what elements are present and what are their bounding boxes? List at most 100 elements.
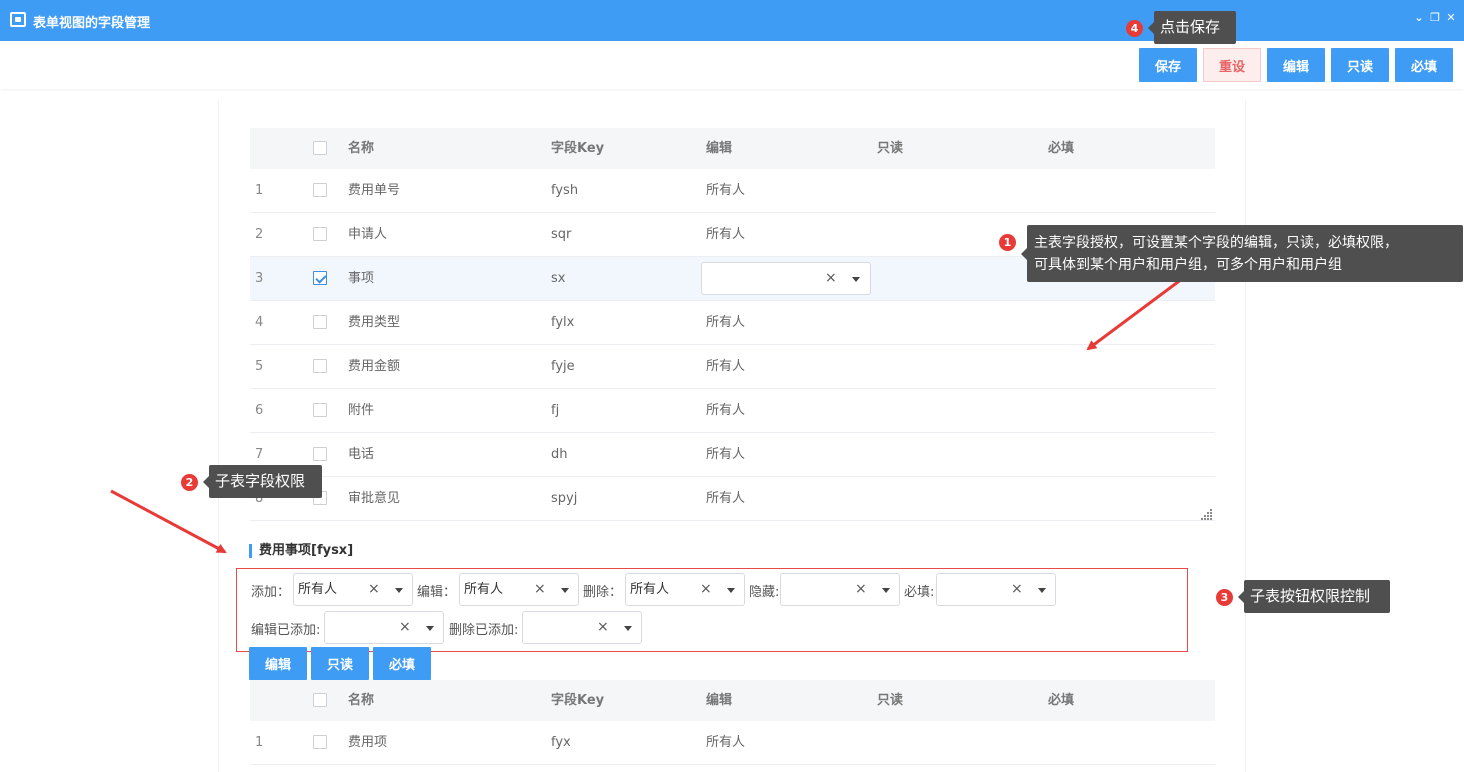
edit-permission-label: 编辑： xyxy=(417,585,457,600)
edit-permission-select[interactable]: × xyxy=(701,262,871,295)
row-number: 3 xyxy=(255,271,264,286)
clear-icon[interactable]: × xyxy=(399,612,411,643)
chevron-down-icon[interactable] xyxy=(426,626,434,631)
collapse-icon[interactable]: ⌄ xyxy=(1414,11,1424,25)
chevron-down-icon[interactable] xyxy=(395,588,403,593)
field-name: 费用单号 xyxy=(348,183,401,198)
required-permission-select[interactable]: × xyxy=(936,573,1056,606)
hide-permission-label: 隐藏: xyxy=(749,585,780,600)
field-edit-permission[interactable]: 所有人 xyxy=(706,477,745,521)
chevron-down-icon[interactable] xyxy=(624,626,632,631)
field-key: fj xyxy=(551,403,560,418)
field-edit-permission[interactable]: 所有人 xyxy=(706,169,745,213)
clear-icon[interactable]: × xyxy=(368,574,380,605)
edit-permission-select[interactable]: 所有人 × xyxy=(459,573,579,606)
header-readonly: 只读 xyxy=(877,693,904,708)
required-button[interactable]: 必填 xyxy=(1395,48,1453,82)
table-row[interactable]: 1 费用项 fyx 所有人 xyxy=(250,721,1215,765)
field-name: 附件 xyxy=(348,403,375,418)
tip1-line2: 可具体到某个用户和用户组，可多个用户和用户组 xyxy=(1034,257,1342,273)
field-edit-permission[interactable]: 所有人 xyxy=(706,213,745,257)
tip-main-field-permission: 主表字段授权，可设置某个字段的编辑，只读，必填权限， 可具体到某个用户和用户组，… xyxy=(1021,225,1463,282)
row-number: 1 xyxy=(255,183,264,198)
field-name: 费用金额 xyxy=(348,359,401,374)
delete-added-select[interactable]: × xyxy=(522,611,642,644)
subtable-required-button[interactable]: 必填 xyxy=(373,647,431,680)
chevron-down-icon[interactable] xyxy=(561,588,569,593)
field-name: 费用类型 xyxy=(348,315,401,330)
tip-subtable-button-permission: 子表按钮权限控制 xyxy=(1238,580,1390,613)
chevron-down-icon[interactable] xyxy=(727,588,735,593)
clear-icon[interactable]: × xyxy=(855,574,867,605)
select-all-checkbox[interactable] xyxy=(313,141,327,155)
subtable-edit-button[interactable]: 编辑 xyxy=(249,647,307,680)
field-key: dh xyxy=(551,447,568,462)
header-key: 字段Key xyxy=(551,693,605,708)
header-readonly: 只读 xyxy=(877,141,904,156)
field-edit-permission[interactable]: 所有人 xyxy=(706,389,745,433)
row-checkbox[interactable] xyxy=(313,447,327,461)
row-checkbox[interactable] xyxy=(313,359,327,373)
window-titlebar: 表单视图的字段管理 ⌄ ❐ ✕ xyxy=(0,0,1464,41)
clear-icon[interactable]: × xyxy=(534,574,546,605)
tip-subtable-field-permission: 子表字段权限 xyxy=(203,465,322,498)
clear-icon[interactable]: × xyxy=(1011,574,1023,605)
close-icon[interactable]: ✕ xyxy=(1446,11,1456,25)
row-number: 4 xyxy=(255,315,264,330)
clear-icon[interactable]: × xyxy=(597,612,609,643)
table-row[interactable]: 8 审批意见 spyj 所有人 xyxy=(250,477,1215,521)
add-permission-select[interactable]: 所有人 × xyxy=(293,573,413,606)
row-checkbox-checked[interactable] xyxy=(313,271,327,285)
table-row[interactable]: 5 费用金额 fyje 所有人 xyxy=(250,345,1215,389)
table-row[interactable]: 6 附件 fj 所有人 xyxy=(250,389,1215,433)
header-key: 字段Key xyxy=(551,141,605,156)
readonly-button[interactable]: 只读 xyxy=(1331,48,1389,82)
field-name: 电话 xyxy=(348,447,375,462)
add-permission-label: 添加： xyxy=(251,585,291,600)
row-checkbox[interactable] xyxy=(313,403,327,417)
subtable-readonly-button[interactable]: 只读 xyxy=(311,647,369,680)
delete-added-label: 删除已添加: xyxy=(449,623,519,638)
chevron-down-icon[interactable] xyxy=(1038,588,1046,593)
row-checkbox[interactable] xyxy=(313,735,327,749)
row-number: 6 xyxy=(255,403,264,418)
restore-icon[interactable]: ❐ xyxy=(1430,11,1440,25)
hide-permission-select[interactable]: × xyxy=(780,573,900,606)
row-number: 1 xyxy=(255,735,264,750)
header-required: 必填 xyxy=(1048,141,1075,156)
field-edit-permission[interactable]: 所有人 xyxy=(706,345,745,389)
field-name: 费用项 xyxy=(348,735,388,750)
edit-added-select[interactable]: × xyxy=(324,611,444,644)
row-checkbox[interactable] xyxy=(313,227,327,241)
field-edit-permission[interactable]: 所有人 xyxy=(706,721,745,765)
edit-button[interactable]: 编辑 xyxy=(1267,48,1325,82)
select-all-checkbox[interactable] xyxy=(313,693,327,707)
clear-icon[interactable]: × xyxy=(825,263,837,294)
edit-permission-value: 所有人 xyxy=(464,582,504,597)
field-key: spyj xyxy=(551,491,578,506)
row-number: 5 xyxy=(255,359,264,374)
tip1-line1: 主表字段授权，可设置某个字段的编辑，只读，必填权限， xyxy=(1034,235,1398,251)
header-name: 名称 xyxy=(348,141,375,156)
clear-icon[interactable]: × xyxy=(700,574,712,605)
field-name: 审批意见 xyxy=(348,491,401,506)
subtable-title: 费用事项[fysx] xyxy=(249,544,353,558)
row-checkbox[interactable] xyxy=(313,315,327,329)
field-edit-permission[interactable]: 所有人 xyxy=(706,433,745,477)
save-button[interactable]: 保存 xyxy=(1139,48,1197,82)
add-permission-value: 所有人 xyxy=(298,582,338,597)
chevron-down-icon[interactable] xyxy=(852,277,860,282)
table-row[interactable]: 1 费用单号 fysh 所有人 xyxy=(250,169,1215,213)
chevron-down-icon[interactable] xyxy=(882,588,890,593)
monitor-icon xyxy=(10,12,26,27)
delete-permission-select[interactable]: 所有人 × xyxy=(625,573,745,606)
field-edit-permission[interactable]: 所有人 xyxy=(706,301,745,345)
table-row[interactable]: 4 费用类型 fylx 所有人 xyxy=(250,301,1215,345)
field-key: fysh xyxy=(551,183,579,198)
resize-grip-icon[interactable] xyxy=(1201,508,1213,520)
tip4-badge: 4 xyxy=(1126,20,1143,37)
row-checkbox[interactable] xyxy=(313,183,327,197)
table-row[interactable]: 7 电话 dh 所有人 xyxy=(250,433,1215,477)
header-edit: 编辑 xyxy=(706,141,733,156)
reset-button[interactable]: 重设 xyxy=(1203,48,1261,82)
